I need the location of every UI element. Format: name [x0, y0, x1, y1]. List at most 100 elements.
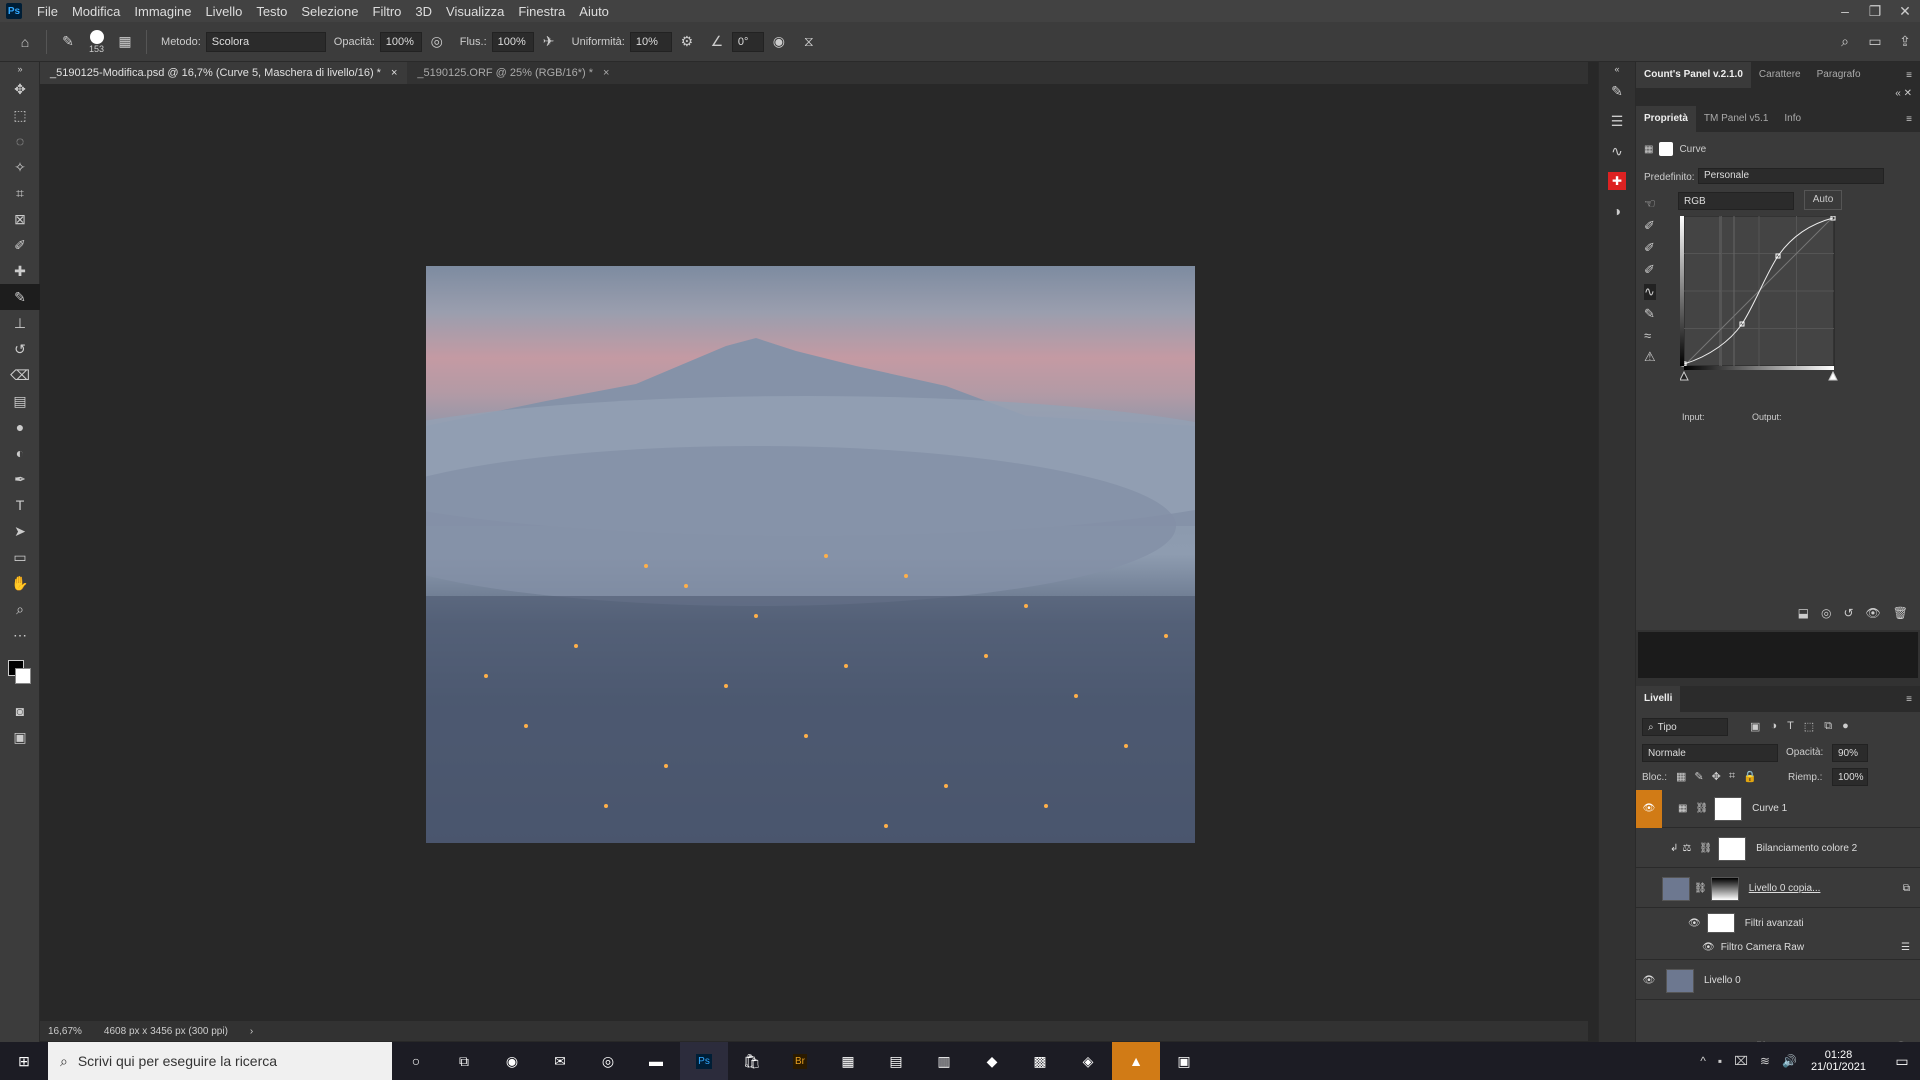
eraser-tool-icon[interactable]: ⌫: [0, 362, 40, 388]
mode-select[interactable]: Scolora: [205, 31, 326, 52]
smart-filter-icon[interactable]: ⧉: [1824, 720, 1832, 733]
quick-select-tool-icon[interactable]: ✧: [0, 154, 40, 180]
minimize-icon[interactable]: –: [1830, 0, 1860, 22]
volume-icon[interactable]: 🔊: [1782, 1054, 1797, 1068]
opacity-field[interactable]: 100%: [379, 31, 422, 52]
more-tools-icon[interactable]: ⋯: [0, 622, 40, 648]
smart-filters-row[interactable]: 👁 Filtri avanzati: [1636, 910, 1920, 936]
trash-icon[interactable]: 🗑: [1893, 606, 1908, 620]
airbrush-icon[interactable]: ✈: [538, 31, 560, 53]
dodge-tool-icon[interactable]: ◐: [0, 440, 40, 466]
cortana-icon[interactable]: ○: [392, 1042, 440, 1080]
smooth-icon[interactable]: ≈: [1644, 328, 1656, 343]
visibility-off-icon[interactable]: [1636, 870, 1662, 908]
healing-tool-icon[interactable]: ✚: [0, 258, 40, 284]
tab-counts-panel[interactable]: Count's Panel v.2.1.0: [1636, 62, 1751, 88]
layer-opacity-field[interactable]: 90%: [1832, 744, 1868, 762]
pressure-size-icon[interactable]: ◉: [768, 31, 790, 53]
edge-icon[interactable]: ◉: [488, 1042, 536, 1080]
photoshop-taskbar-icon[interactable]: Ps: [680, 1042, 728, 1080]
filter-options-icon[interactable]: ☰: [1901, 942, 1910, 953]
marquee-tool-icon[interactable]: ⬚: [0, 102, 40, 128]
layer-row[interactable]: 👁 ▦ ⛓ Curve 1: [1636, 789, 1920, 828]
layer-row[interactable]: ⛓ Livello 0 copia... ⧉: [1636, 870, 1920, 908]
clipping-warning-icon[interactable]: ⚠: [1644, 349, 1656, 365]
visibility-eye-icon[interactable]: 👁: [1636, 975, 1662, 986]
layer-row[interactable]: 👁 Livello 0: [1636, 962, 1920, 1000]
path-select-tool-icon[interactable]: ➤: [0, 518, 40, 544]
close-icon[interactable]: ✕: [1904, 88, 1912, 99]
blur-tool-icon[interactable]: ●: [0, 414, 40, 440]
close-icon[interactable]: ×: [391, 62, 397, 84]
screen-mode-icon[interactable]: ▣: [0, 724, 40, 750]
eyedropper-tool-icon[interactable]: ✐: [0, 232, 40, 258]
black-point-eyedropper-icon[interactable]: ✐: [1644, 218, 1656, 234]
view-previous-icon[interactable]: ◎: [1821, 606, 1831, 620]
pressure-opacity-icon[interactable]: ◎: [426, 31, 448, 53]
taskbar-search[interactable]: ⌕ Scrivi qui per eseguire la ricerca: [48, 1042, 392, 1080]
brush-panel-icon[interactable]: ▦: [114, 31, 136, 53]
tab-document-orf[interactable]: _5190125.ORF @ 25% (RGB/16*) * ×: [407, 62, 619, 84]
calculator-icon[interactable]: ▥: [920, 1042, 968, 1080]
lock-position-icon[interactable]: ✥: [1712, 770, 1721, 783]
angle-field[interactable]: 0°: [731, 31, 764, 52]
plugin-icon[interactable]: ✚: [1599, 166, 1635, 196]
panel-menu-icon[interactable]: ≡: [1906, 114, 1920, 125]
menu-filtro[interactable]: Filtro: [366, 4, 409, 19]
share-icon[interactable]: ⇪: [1894, 31, 1916, 53]
adjustments-icon[interactable]: ☰: [1599, 106, 1635, 136]
link-icon[interactable]: ⛓: [1695, 803, 1708, 814]
quick-mask-icon[interactable]: ◙: [0, 698, 40, 724]
brush-settings-icon[interactable]: ✎: [1599, 76, 1635, 106]
panel-menu-icon[interactable]: ≡: [1906, 70, 1920, 81]
menu-file[interactable]: File: [30, 4, 65, 19]
app-icon[interactable]: ▲: [1112, 1042, 1160, 1080]
visibility-off-icon[interactable]: [1636, 830, 1662, 868]
app-icon[interactable]: ▦: [824, 1042, 872, 1080]
channel-select[interactable]: RGB: [1678, 192, 1794, 210]
tab-paragrafo[interactable]: Paragrafo: [1809, 62, 1869, 88]
symmetry-icon[interactable]: ⧖: [798, 31, 820, 53]
layer-filter-select[interactable]: ⌕ Tipo: [1642, 718, 1728, 736]
type-tool-icon[interactable]: T: [0, 492, 40, 518]
lock-pixels-icon[interactable]: ✎: [1694, 770, 1703, 783]
status-arrow-icon[interactable]: ›: [250, 1026, 253, 1037]
close-icon[interactable]: ✕: [1890, 0, 1920, 22]
layer-mask-thumbnail[interactable]: [1710, 876, 1739, 901]
clock[interactable]: 01:28 21/01/2021: [1811, 1049, 1866, 1073]
curves-graph[interactable]: [1680, 216, 1838, 388]
close-icon[interactable]: ×: [603, 62, 609, 84]
menu-testo[interactable]: Testo: [249, 4, 294, 19]
app-icon[interactable]: ◈: [1064, 1042, 1112, 1080]
type-filter-icon[interactable]: T: [1787, 720, 1794, 733]
lock-all-icon[interactable]: 🔒: [1743, 770, 1757, 783]
gear-icon[interactable]: ⚙: [676, 31, 698, 53]
tab-carattere[interactable]: Carattere: [1751, 62, 1809, 88]
collapse-icon[interactable]: «: [1599, 62, 1635, 76]
stamp-tool-icon[interactable]: ⊥: [0, 310, 40, 336]
blend-mode-select[interactable]: Normale: [1642, 744, 1778, 762]
background-color[interactable]: [15, 668, 31, 684]
smooth-field[interactable]: 10%: [629, 31, 672, 52]
task-view-icon[interactable]: ⧉: [440, 1042, 488, 1080]
history-brush-tool-icon[interactable]: ↺: [0, 336, 40, 362]
hand-tool-icon[interactable]: ✋: [0, 570, 40, 596]
visibility-eye-icon[interactable]: 👁: [1636, 789, 1662, 828]
mail-icon[interactable]: ✉: [536, 1042, 584, 1080]
brush-tool-icon[interactable]: ✎: [0, 284, 40, 310]
tab-proprieta[interactable]: Proprietà: [1636, 106, 1696, 132]
tab-livelli[interactable]: Livelli: [1636, 686, 1681, 712]
windows-start-icon[interactable]: ⊞: [0, 1042, 48, 1080]
color-swatches[interactable]: [0, 648, 40, 698]
gray-point-eyedropper-icon[interactable]: ✐: [1644, 240, 1656, 256]
store-icon[interactable]: 🛍: [728, 1042, 776, 1080]
curve-points-icon[interactable]: ∿: [1644, 284, 1656, 300]
home-icon[interactable]: ⌂: [14, 31, 36, 53]
shape-tool-icon[interactable]: ▭: [0, 544, 40, 570]
clip-to-layer-icon[interactable]: ⬓: [1798, 606, 1809, 620]
pixel-filter-icon[interactable]: ▣: [1750, 720, 1760, 733]
layer-mask-thumbnail[interactable]: [1714, 796, 1743, 821]
photos-icon[interactable]: ▣: [1160, 1042, 1208, 1080]
visibility-eye-icon[interactable]: 👁: [1688, 918, 1701, 929]
menu-visualizza[interactable]: Visualizza: [439, 4, 511, 19]
